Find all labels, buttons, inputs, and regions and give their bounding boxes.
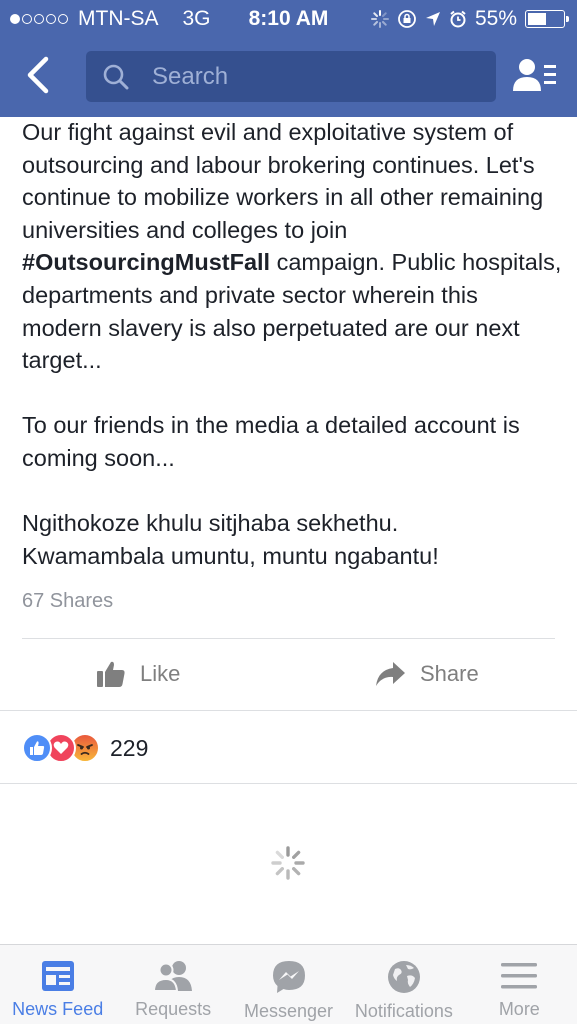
search-icon	[103, 64, 129, 89]
bottom-tab-bar: News Feed Requests Messenger Notificatio…	[0, 944, 577, 1024]
post-text-line: Ngithokoze khulu sitjhaba sekhethu.	[22, 510, 399, 537]
post-text: Our fight against evil and exploitative …	[22, 116, 562, 605]
rotation-lock-icon	[398, 10, 416, 28]
shares-count[interactable]: 67 Shares	[22, 590, 113, 613]
location-arrow-icon	[425, 12, 440, 26]
back-button[interactable]	[20, 55, 60, 95]
battery-level-fill	[528, 13, 546, 25]
post-paragraph: To our friends in the media a detailed a…	[22, 412, 520, 471]
post-text-segment: Our fight against evil and exploitative …	[22, 119, 544, 243]
messenger-icon	[272, 961, 305, 993]
tab-notifications[interactable]: Notifications	[346, 945, 461, 1024]
tab-label: Notifications	[354, 1001, 453, 1021]
divider	[0, 783, 577, 784]
like-label: Like	[140, 661, 181, 686]
friends-list-icon	[513, 59, 556, 91]
search-bar[interactable]	[86, 51, 496, 102]
friend-requests-icon	[153, 961, 193, 992]
post-paragraph: Ngithokoze khulu sitjhaba sekhethu. Kwama…	[22, 507, 562, 572]
alarm-icon	[450, 10, 466, 28]
divider	[0, 710, 577, 711]
post-text-line: Kwamambala umuntu, muntu ngabantu!	[22, 542, 439, 569]
hashtag-link[interactable]: #OutsourcingMustFall	[22, 249, 270, 275]
tab-more[interactable]: More	[462, 945, 577, 1024]
tab-label: Messenger	[243, 1001, 334, 1021]
back-chevron-icon	[27, 56, 49, 94]
reactions-summary[interactable]: 229	[22, 732, 148, 764]
status-bar: MTN-SA 3G 8:10 AM 55%	[0, 0, 577, 38]
loading-spinner-icon	[271, 846, 305, 880]
search-input[interactable]	[152, 62, 472, 91]
like-reaction-icon	[22, 733, 52, 763]
tab-news-feed[interactable]: News Feed	[0, 945, 115, 1024]
divider	[22, 638, 555, 639]
news-feed-icon	[41, 961, 74, 991]
share-button[interactable]: Share	[374, 652, 479, 696]
battery-percent: 55%	[474, 7, 517, 30]
tab-label: More	[498, 999, 540, 1019]
post-paragraph: Our fight against evil and exploitative …	[22, 116, 562, 377]
tab-label: News Feed	[12, 999, 104, 1019]
tab-requests[interactable]: Requests	[115, 945, 230, 1024]
thumbs-up-icon	[97, 661, 125, 687]
like-button[interactable]: Like	[96, 652, 180, 696]
friends-list-button[interactable]	[513, 57, 557, 95]
share-arrow-icon	[376, 662, 405, 686]
menu-icon	[501, 963, 538, 989]
tab-label: Requests	[135, 999, 212, 1019]
share-label: Share	[420, 661, 479, 686]
activity-spinner-icon	[370, 10, 389, 28]
app-header: MTN-SA 3G 8:10 AM 55% Search	[0, 0, 577, 117]
tab-messenger[interactable]: Messenger	[231, 945, 346, 1024]
globe-icon	[387, 961, 420, 993]
reaction-count: 229	[110, 734, 149, 761]
battery-icon	[525, 10, 569, 28]
